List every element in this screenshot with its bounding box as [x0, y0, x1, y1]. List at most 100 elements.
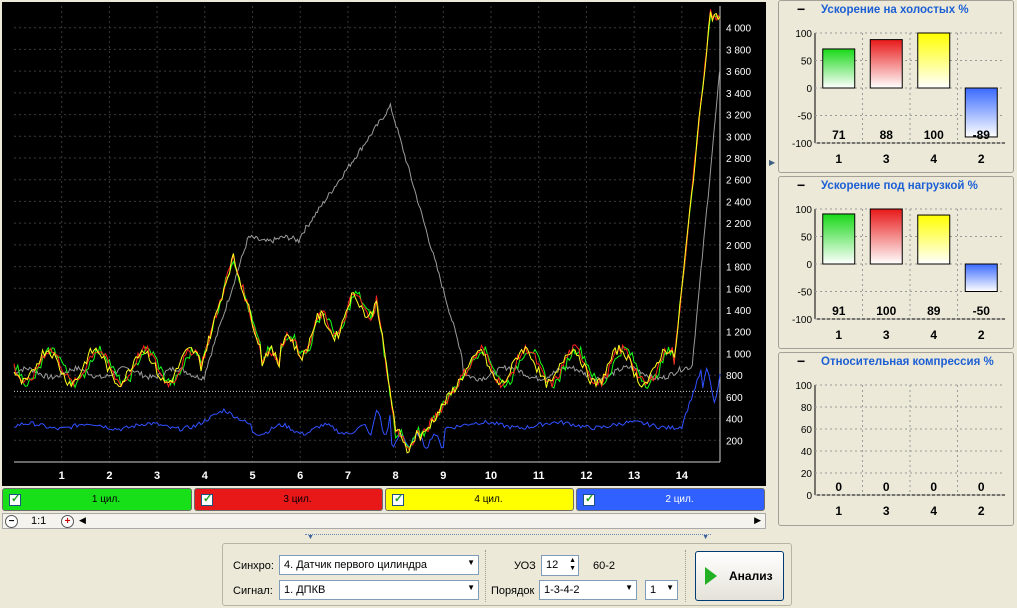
signal-label: Сигнал:: [233, 585, 273, 597]
spin-down-icon[interactable]: ▼: [569, 565, 576, 572]
sync-select[interactable]: 4. Датчик первого цилиндра ▼: [279, 555, 479, 575]
x-tick-label: 1: [835, 328, 842, 342]
y-tick-label: 2 800: [726, 154, 751, 165]
channel-4-toggle[interactable]: 4 цил.: [385, 488, 574, 511]
channel-label: 3 цил.: [283, 494, 312, 505]
y-tick-label: 200: [726, 436, 743, 447]
uoz-spinner[interactable]: 12 ▲ ▼: [541, 555, 579, 576]
checkbox-icon[interactable]: [392, 492, 404, 506]
dropdown-arrow-icon[interactable]: ▼: [467, 558, 475, 567]
divider: [685, 550, 686, 602]
x-tick-label: 11: [533, 470, 545, 482]
bar-value-label: 100: [876, 304, 896, 318]
y-tick-label: 80: [801, 403, 813, 414]
y-tick-label: 2 400: [726, 197, 751, 208]
channel-1-toggle[interactable]: 1 цил.: [2, 488, 192, 511]
y-tick-label: 50: [801, 233, 813, 244]
checkbox-icon[interactable]: [201, 492, 213, 506]
x-tick-label: 3: [883, 328, 890, 342]
order-label: Порядок: [491, 585, 535, 597]
order-number-select[interactable]: 1 ▼: [645, 580, 678, 600]
y-tick-label: 0: [806, 260, 812, 271]
bar-value-label: 89: [927, 304, 941, 318]
x-tick-label: 2: [978, 328, 985, 342]
bar: [917, 32, 951, 89]
bar: [869, 208, 903, 265]
y-tick-label: 100: [795, 381, 812, 392]
bar-chart-idle: 100 50 0 -50 -100 71 1 88 3 100 4 -89 2: [792, 29, 1005, 166]
x-tick-label: 7: [345, 470, 351, 482]
bar: [917, 214, 951, 265]
channel-label: 2 цил.: [665, 494, 694, 505]
bottom-splitter[interactable]: ▼ ▼: [305, 534, 711, 542]
x-tick-label: 3: [154, 470, 160, 482]
x-tick-label: 9: [440, 470, 446, 482]
x-tick-label: 13: [628, 470, 640, 482]
y-tick-label: 50: [801, 57, 813, 68]
divider: [485, 550, 486, 602]
y-tick-label: 100: [795, 205, 812, 216]
y-tick-label: 3 600: [726, 67, 751, 78]
y-tick-label: 3 800: [726, 45, 751, 56]
dropdown-arrow-icon[interactable]: ▼: [467, 583, 475, 592]
checkbox-icon[interactable]: [9, 492, 21, 506]
splitter-down-icon[interactable]: ▼: [702, 534, 709, 541]
channel-3-toggle[interactable]: 3 цил.: [194, 488, 383, 511]
x-tick-label: 14: [676, 470, 689, 482]
channel-2-toggle[interactable]: 2 цил.: [576, 488, 765, 511]
teeth-value: 60-2: [593, 560, 616, 572]
x-tick-label: 5: [249, 470, 255, 482]
bar-chart-compression: 10080604020001030402: [795, 381, 1005, 518]
y-tick-label: 0: [806, 491, 812, 502]
panel-idle-acceleration: − Ускорение на холостых % 100 50 0 -50 -100 7…: [778, 0, 1014, 173]
y-tick-label: 1 200: [726, 328, 751, 339]
uoz-value: 12: [546, 559, 559, 571]
zoom-in-icon[interactable]: +: [61, 515, 74, 528]
play-icon: [705, 567, 717, 585]
bar-value-label: 91: [832, 304, 846, 318]
dropdown-arrow-icon[interactable]: ▼: [666, 583, 674, 592]
y-tick-label: 60: [801, 425, 813, 436]
y-tick-label: 3 400: [726, 89, 751, 100]
x-tick-label: 10: [485, 470, 497, 482]
order-select[interactable]: 1-3-4-2 ▼: [539, 580, 637, 600]
bar: [964, 263, 998, 292]
x-tick-label: 1: [59, 470, 65, 482]
x-tick-label: 1: [835, 504, 842, 518]
waveform-chart[interactable]: 200 400 600 800 1 000 1 200 1 400 1 600 1 800 2 0…: [2, 2, 766, 486]
x-tick-label: 2: [978, 152, 985, 166]
panel-compression: − Относительная компрессия % 100 80 60 40 20…: [778, 352, 1014, 526]
scroll-right-icon[interactable]: ▶: [754, 515, 761, 526]
channel-label: 4 цил.: [474, 494, 503, 505]
waveform-svg: 200 400 600 800 1 000 1 200 1 400 1 600 1 800 2 0…: [13, 6, 751, 482]
signal-select[interactable]: 1. ДПКВ ▼: [279, 580, 479, 600]
splitter-up-icon[interactable]: ▼: [307, 534, 314, 541]
y-tick-label: 800: [726, 371, 743, 382]
checkbox-icon[interactable]: [583, 492, 595, 506]
bar-value-label: 0: [883, 480, 890, 494]
zoom-ratio: 1:1: [31, 515, 47, 527]
order-value: 1-3-4-2: [544, 584, 580, 596]
bar: [822, 213, 856, 265]
bar-value-label: 100: [924, 128, 944, 142]
y-tick-label: 100: [795, 29, 812, 40]
bar-value-label: 0: [835, 480, 842, 494]
cylinder-1-trace: [13, 14, 721, 449]
x-tick-label: 1: [835, 152, 842, 166]
y-tick-label: 2 000: [726, 241, 751, 252]
x-tick-label: 2: [978, 504, 985, 518]
y-tick-label: -50: [798, 288, 813, 299]
x-tick-label: 4: [202, 470, 209, 482]
analyze-button[interactable]: Анализ: [695, 551, 784, 601]
panel-splitter[interactable]: ▶: [767, 0, 777, 540]
dropdown-arrow-icon[interactable]: ▼: [625, 583, 633, 592]
y-tick-label: 2 200: [726, 219, 751, 230]
bar: [869, 39, 903, 89]
spin-up-icon[interactable]: ▲: [569, 557, 576, 564]
zoom-out-icon[interactable]: −: [5, 515, 18, 528]
y-tick-label: 1 800: [726, 263, 751, 274]
y-tick-label: 0: [806, 84, 812, 95]
scroll-left-icon[interactable]: ◀: [79, 515, 86, 526]
expand-arrow-icon[interactable]: ▶: [769, 158, 775, 172]
signal-value: 1. ДПКВ: [284, 584, 326, 596]
